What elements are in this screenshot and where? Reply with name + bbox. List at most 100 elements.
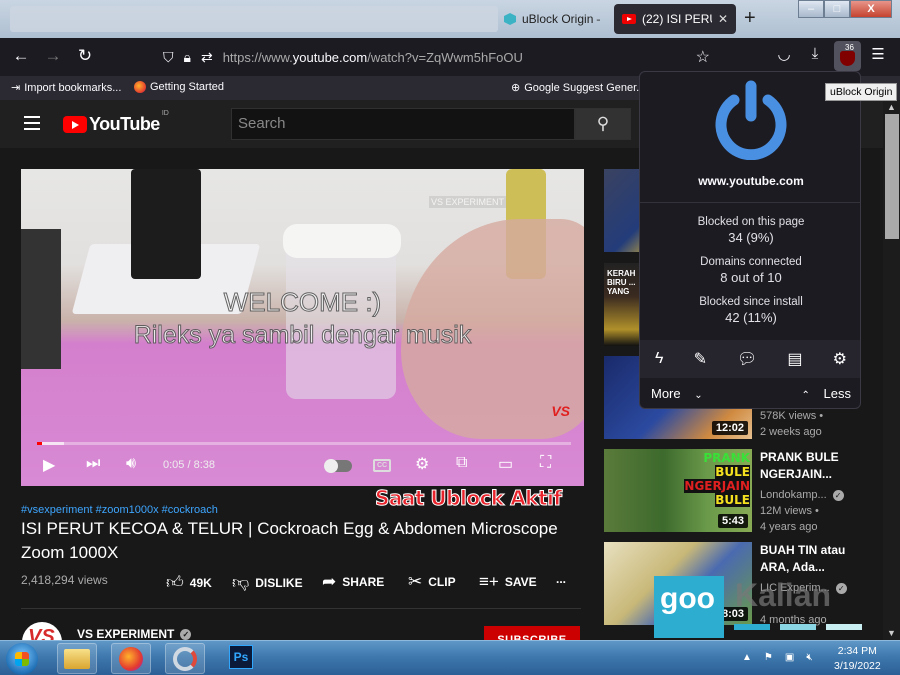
video-channel-row[interactable]: Londokamp... ✓ [760, 487, 844, 503]
lock-icon[interactable]: 🔒︎ [184, 49, 191, 66]
stat-domains-connected: Domains connected 8 out of 10 [640, 254, 860, 286]
save-button[interactable]: ≡+ SAVE [479, 572, 537, 592]
tab-youtube-video[interactable]: (22) ISI PERUT K ✕ [614, 4, 736, 34]
permissions-icon[interactable]: ⇄ [201, 49, 213, 66]
logo-text: YouTube [89, 114, 160, 134]
bookmark-star-icon[interactable]: ☆ [696, 47, 710, 67]
taskbar-firefox[interactable] [111, 643, 151, 674]
autoplay-toggle[interactable] [324, 459, 352, 473]
channel-name-row[interactable]: VS EXPERIMENT ✓ [77, 627, 192, 641]
reload-icon[interactable]: ↻ [73, 46, 97, 66]
tab-label: uBlock Origin – G [522, 12, 600, 26]
theater-mode-icon[interactable]: ▭ [498, 454, 513, 474]
scroll-down-icon[interactable]: ▼ [887, 628, 896, 638]
stat-label: Domains connected [700, 256, 802, 268]
video-player[interactable]: VS EXPERIMENT WELCOME :) Rileks ya sambi… [21, 169, 584, 486]
action-center-flag-icon[interactable]: ⚑ [764, 652, 773, 663]
page-scrollbar[interactable]: ▲ ▼ [883, 100, 900, 640]
start-button[interactable] [6, 643, 38, 675]
power-toggle-icon[interactable] [712, 80, 790, 160]
video-title[interactable]: PRANK BULE NGERJAIN... [760, 449, 860, 483]
search-icon: ⚲ [596, 114, 610, 133]
miniplayer-icon[interactable]: ⧉ [456, 454, 467, 472]
more-button[interactable]: More ⌄ [651, 386, 703, 401]
photoshop-icon[interactable]: Ps [229, 645, 253, 669]
video-views: 578K views • [760, 410, 824, 422]
taskbar-app[interactable] [165, 643, 205, 674]
menu-icon[interactable]: ☰ [866, 45, 890, 63]
maximize-button[interactable]: □ [824, 0, 850, 18]
download-icon[interactable]: ⤓ [803, 45, 827, 62]
less-button[interactable]: ⌃ Less [802, 386, 851, 401]
like-button[interactable]: 👍︎ 49K [166, 572, 212, 593]
annotation-label: Saat Ublock Aktif [375, 486, 563, 511]
search-input[interactable]: Search [231, 108, 575, 140]
settings-gear-icon[interactable]: ⚙ [415, 454, 429, 474]
gears-icon[interactable]: ⚙ [833, 349, 847, 369]
search-button[interactable]: ⚲ [575, 108, 631, 140]
lightning-icon[interactable]: ϟ [655, 350, 663, 368]
tracking-shield-icon[interactable]: ⛉ [163, 49, 174, 66]
ublock-toolbar-button[interactable]: 36 [834, 41, 861, 71]
next-icon[interactable]: ⏭︎ [86, 455, 100, 473]
share-button[interactable]: ➦ SHARE [322, 572, 384, 592]
hashtags[interactable]: #vsexperiment #zoom1000x #cockroach [21, 504, 218, 516]
bookmark-getting-started[interactable]: Getting Started [134, 81, 224, 93]
scrollbar-thumb[interactable] [885, 114, 899, 239]
speech-bubble-icon[interactable]: 💬︎ [737, 349, 757, 369]
video-duration: 12:02 [711, 421, 748, 435]
hamburger-menu-icon[interactable] [24, 116, 40, 130]
network-icon[interactable]: ▣ [785, 652, 794, 663]
clip-button[interactable]: ✂ CLIP [408, 572, 456, 592]
close-window-button[interactable]: X [850, 0, 892, 18]
window-titlebar: uBlock Origin – G (22) ISI PERUT K ✕ + –… [0, 0, 900, 38]
video-title[interactable]: BUAH TIN atau ARA, Ada... [760, 542, 860, 576]
pocket-icon[interactable]: ◡ [772, 45, 796, 63]
play-icon[interactable]: ▶ [43, 455, 55, 475]
windows-taskbar: Ps ▲ ⚑ ▣ 🔇︎ 2:34 PM 3/19/2022 [0, 640, 900, 675]
video-duration: 5:43 [717, 514, 748, 528]
forward-arrow-icon[interactable]: → [41, 46, 65, 66]
minimize-button[interactable]: – [798, 0, 824, 18]
youtube-logo[interactable]: YouTube ID [63, 110, 169, 135]
progress-bar[interactable] [37, 442, 571, 445]
new-tab-button[interactable]: + [744, 8, 756, 28]
volume-icon[interactable]: 🔊︎ [126, 455, 136, 473]
more-actions-button[interactable]: ... [556, 572, 566, 586]
country-code: ID [161, 110, 169, 117]
clock-time: 2:34 PM [837, 645, 877, 657]
list-icon[interactable]: ▤ [787, 349, 802, 369]
video-overlay-title: WELCOME :) [223, 287, 382, 318]
swirl-app-icon [173, 646, 197, 671]
goo-watermark-logo: goo [654, 576, 724, 638]
channel-name: VS EXPERIMENT [77, 627, 175, 641]
volume-muted-icon[interactable]: 🔇︎ [806, 652, 812, 663]
video-watermark: VS EXPERIMENT [429, 196, 507, 208]
stat-label: Blocked on this page [697, 216, 805, 228]
eyedropper-icon[interactable]: ✎ [694, 349, 707, 369]
recommendation-item[interactable]: PRANK BULE NGERJAIN BULE 5:43 PRANK BULE… [604, 449, 860, 533]
clip-label: CLIP [428, 575, 456, 589]
fullscreen-icon[interactable]: ⛶ [540, 454, 551, 472]
youtube-play-logo-icon [63, 116, 87, 133]
tab-ublock-origin[interactable]: uBlock Origin – G [496, 4, 608, 34]
url-text[interactable]: https://www.youtube.com/watch?v=ZqWwm5hF… [223, 50, 523, 65]
dislike-button[interactable]: 👎︎ DISLIKE [232, 572, 303, 593]
back-arrow-icon[interactable]: ← [9, 46, 33, 66]
taskbar-file-explorer[interactable] [57, 643, 97, 674]
stat-blocked-page: Blocked on this page 34 (9%) [640, 214, 860, 246]
close-tab-icon[interactable]: ✕ [718, 12, 728, 26]
captions-icon[interactable]: CC [373, 459, 391, 472]
tray-expand-icon[interactable]: ▲ [742, 652, 752, 663]
share-label: SHARE [342, 575, 385, 589]
system-tray: ▲ ⚑ ▣ 🔇︎ [742, 652, 813, 663]
dislike-label: DISLIKE [255, 575, 303, 590]
scroll-up-icon[interactable]: ▲ [887, 102, 896, 112]
blurred-region [10, 6, 498, 32]
video-thumbnail[interactable]: PRANK BULE NGERJAIN BULE 5:43 [604, 449, 752, 532]
address-bar[interactable]: ⛉ 🔒︎ ⇄ https://www.youtube.com/watch?v=Z… [155, 42, 718, 72]
ublock-popup: www.youtube.com Blocked on this page 34 … [639, 71, 861, 409]
bookmark-google-suggest[interactable]: ⊕ Google Suggest Gener... [511, 81, 645, 95]
system-clock[interactable]: 2:34 PM 3/19/2022 [834, 644, 881, 674]
bookmark-import[interactable]: ⇥ Import bookmarks... [11, 81, 121, 95]
